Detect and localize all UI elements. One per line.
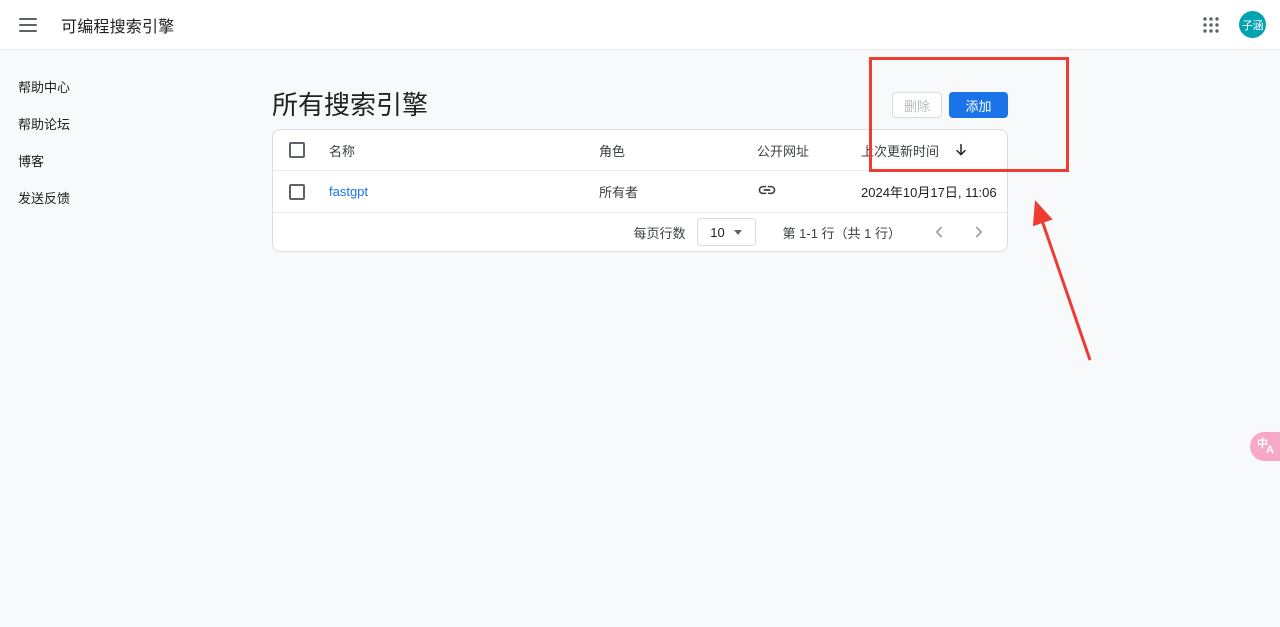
apps-grid-icon[interactable] [1199, 13, 1223, 37]
toolbar: 删除 添加 [892, 92, 1008, 118]
avatar[interactable]: 子涵 [1239, 11, 1266, 38]
table-pagination: 每页行数 10 第 1-1 行（共 1 行） [273, 213, 1007, 251]
search-engines-table: 名称 角色 公开网址 上次更新时间 fastgpt 所有者 [272, 129, 1008, 252]
delete-button[interactable]: 删除 [892, 92, 942, 118]
page-title: 所有搜索引擎 [272, 85, 428, 122]
link-icon[interactable] [757, 180, 777, 200]
menu-icon[interactable] [16, 13, 40, 37]
sort-desc-icon[interactable] [953, 142, 969, 158]
programmable-search-engine-page: 可编程搜索引擎 子涵 帮助中心 帮助论坛 博客 发送反馈 所有搜索引擎 删除 添… [0, 0, 1280, 627]
sidebar-item-blog[interactable]: 博客 [0, 143, 240, 180]
select-all-checkbox[interactable] [289, 142, 305, 158]
column-header-last-updated[interactable]: 上次更新时间 [861, 141, 1007, 160]
next-page-button[interactable] [967, 220, 991, 244]
sidebar: 帮助中心 帮助论坛 博客 发送反馈 [0, 50, 240, 217]
rows-per-page-label: 每页行数 [634, 223, 686, 242]
rows-per-page-value: 10 [710, 225, 724, 240]
column-header-role[interactable]: 角色 [599, 141, 757, 160]
sidebar-item-help-center[interactable]: 帮助中心 [0, 69, 240, 106]
column-header-name[interactable]: 名称 [329, 141, 599, 160]
sidebar-item-help-forum[interactable]: 帮助论坛 [0, 106, 240, 143]
pagination-range-label: 第 1-1 行（共 1 行） [783, 223, 901, 242]
column-header-last-updated-label: 上次更新时间 [861, 141, 939, 160]
add-button[interactable]: 添加 [949, 92, 1008, 118]
column-header-public-url[interactable]: 公开网址 [757, 141, 861, 160]
table-row: fastgpt 所有者 2024年10月17日, 11:06 [273, 171, 1007, 213]
last-updated-value: 2024年10月17日, 11:06 [861, 182, 997, 201]
rows-per-page-select[interactable]: 10 [697, 218, 756, 246]
translate-en-glyph: A [1266, 444, 1274, 456]
row-checkbox[interactable] [289, 184, 305, 200]
top-bar: 可编程搜索引擎 子涵 [0, 0, 1280, 50]
engine-name-link[interactable]: fastgpt [329, 184, 368, 199]
previous-page-button[interactable] [927, 220, 951, 244]
app-title: 可编程搜索引擎 [61, 13, 174, 37]
sidebar-item-send-feedback[interactable]: 发送反馈 [0, 180, 240, 217]
translate-button[interactable]: 中 A [1250, 432, 1280, 461]
table-header-row: 名称 角色 公开网址 上次更新时间 [273, 130, 1007, 171]
caret-down-icon [734, 230, 742, 235]
engine-role: 所有者 [599, 182, 757, 201]
